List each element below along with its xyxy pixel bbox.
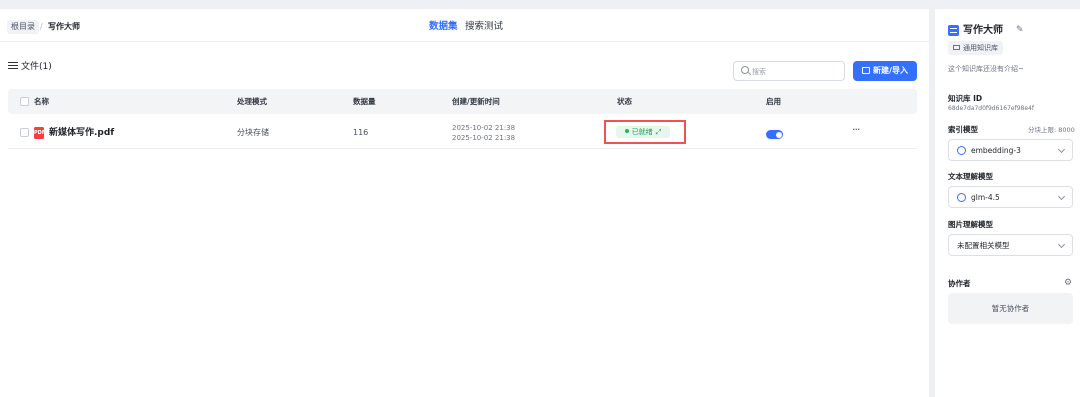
chunk-limit: 分块上限: 8000 (1028, 126, 1075, 134)
data-count: 116 (353, 128, 369, 137)
table-header: 名称 处理模式 数据量 创建/更新时间 状态 启用 (8, 89, 917, 114)
breadcrumb-separator: / (40, 22, 43, 31)
kb-description[interactable]: 这个知识库还没有介绍~ (948, 64, 1024, 74)
edit-icon[interactable]: ✎ (1016, 24, 1024, 37)
chevron-down-icon (1057, 145, 1066, 154)
column-header-mode[interactable]: 处理模式 (237, 89, 267, 114)
status-highlight: 已就绪 ⤢ (604, 120, 686, 144)
model-icon (957, 146, 966, 155)
files-title: 文件(1) (21, 62, 52, 72)
column-header-enabled[interactable]: 启用 (766, 89, 781, 114)
processing-mode: 分块存储 (237, 128, 269, 137)
status-dot-icon (624, 129, 629, 133)
tab-dataset[interactable]: 数据集 (429, 21, 458, 33)
kb-title: 写作大师 (963, 25, 1003, 36)
search-icon (741, 66, 749, 74)
row-checkbox[interactable] (20, 128, 29, 137)
collaborators-empty: 暂无协作者 (948, 293, 1073, 324)
chevron-down-icon (1057, 240, 1066, 249)
select-all-checkbox[interactable] (20, 97, 29, 106)
gear-icon[interactable]: ⚙ (1064, 278, 1072, 288)
image-model-select[interactable]: 未配置相关模型 (948, 234, 1073, 256)
pdf-file-icon: PDF (34, 127, 45, 139)
search-input[interactable] (752, 65, 840, 78)
knowledge-base-panel: 写作大师 ✎ 通用知识库 这个知识库还没有介绍~ 知识库 ID 68de7da7… (935, 9, 1080, 397)
kb-id-label: 知识库 ID (948, 94, 983, 103)
database-icon (953, 45, 960, 50)
image-model-label: 图片理解模型 (948, 220, 993, 229)
expand-icon: ⤢ (655, 128, 662, 136)
files-header: 文件(1) (8, 61, 52, 73)
new-import-label: 新建/导入 (873, 66, 908, 75)
new-import-button[interactable]: 新建/导入 (853, 61, 917, 81)
column-header-status[interactable]: 状态 (617, 89, 632, 114)
model-icon (957, 193, 966, 202)
text-model-value: glm-4.5 (971, 193, 1000, 202)
knowledge-base-icon (948, 25, 959, 36)
search-box[interactable] (733, 61, 845, 81)
import-icon (862, 67, 871, 74)
collaborators-label: 协作者 (948, 279, 971, 288)
chevron-down-icon (1057, 192, 1066, 201)
image-model-value: 未配置相关模型 (957, 241, 1010, 250)
list-icon (8, 62, 18, 70)
status-text: 已就绪 (631, 128, 653, 136)
index-model-select[interactable]: embedding-3 (948, 139, 1073, 161)
top-bar: 根目录 / 写作大师 数据集 搜索测试 (0, 9, 929, 42)
breadcrumb-current: 写作大师 (48, 22, 80, 31)
created-time: 2025-10-02 21:38 (452, 124, 516, 132)
enabled-toggle[interactable] (766, 130, 783, 139)
kb-id-value: 68de7da7d0f9d6167ef98e4f (948, 105, 1034, 112)
column-header-time[interactable]: 创建/更新时间 (452, 89, 500, 114)
index-model-value: embedding-3 (971, 146, 1021, 155)
index-model-label: 索引模型 (948, 125, 978, 134)
table-row[interactable]: PDF 新媒体写作.pdf 分块存储 116 2025-10-02 21:38 … (8, 117, 917, 149)
main-panel: 根目录 / 写作大师 数据集 搜索测试 文件(1) 新建/导入 名称 处理模式 … (0, 9, 929, 397)
updated-time: 2025-10-02 21:38 (452, 134, 516, 142)
column-header-count[interactable]: 数据量 (353, 89, 376, 114)
more-actions-icon[interactable]: ··· (852, 124, 860, 136)
kb-type-label: 通用知识库 (963, 44, 998, 52)
status-badge[interactable]: 已就绪 ⤢ (616, 126, 670, 138)
text-model-select[interactable]: glm-4.5 (948, 186, 1073, 208)
tab-search-test[interactable]: 搜索测试 (465, 21, 503, 33)
breadcrumb-root[interactable]: 根目录 (7, 20, 39, 34)
kb-type-badge: 通用知识库 (948, 41, 1003, 55)
text-model-label: 文本理解模型 (948, 172, 993, 181)
file-name[interactable]: 新媒体写作.pdf (49, 127, 114, 139)
column-header-name[interactable]: 名称 (34, 89, 49, 114)
